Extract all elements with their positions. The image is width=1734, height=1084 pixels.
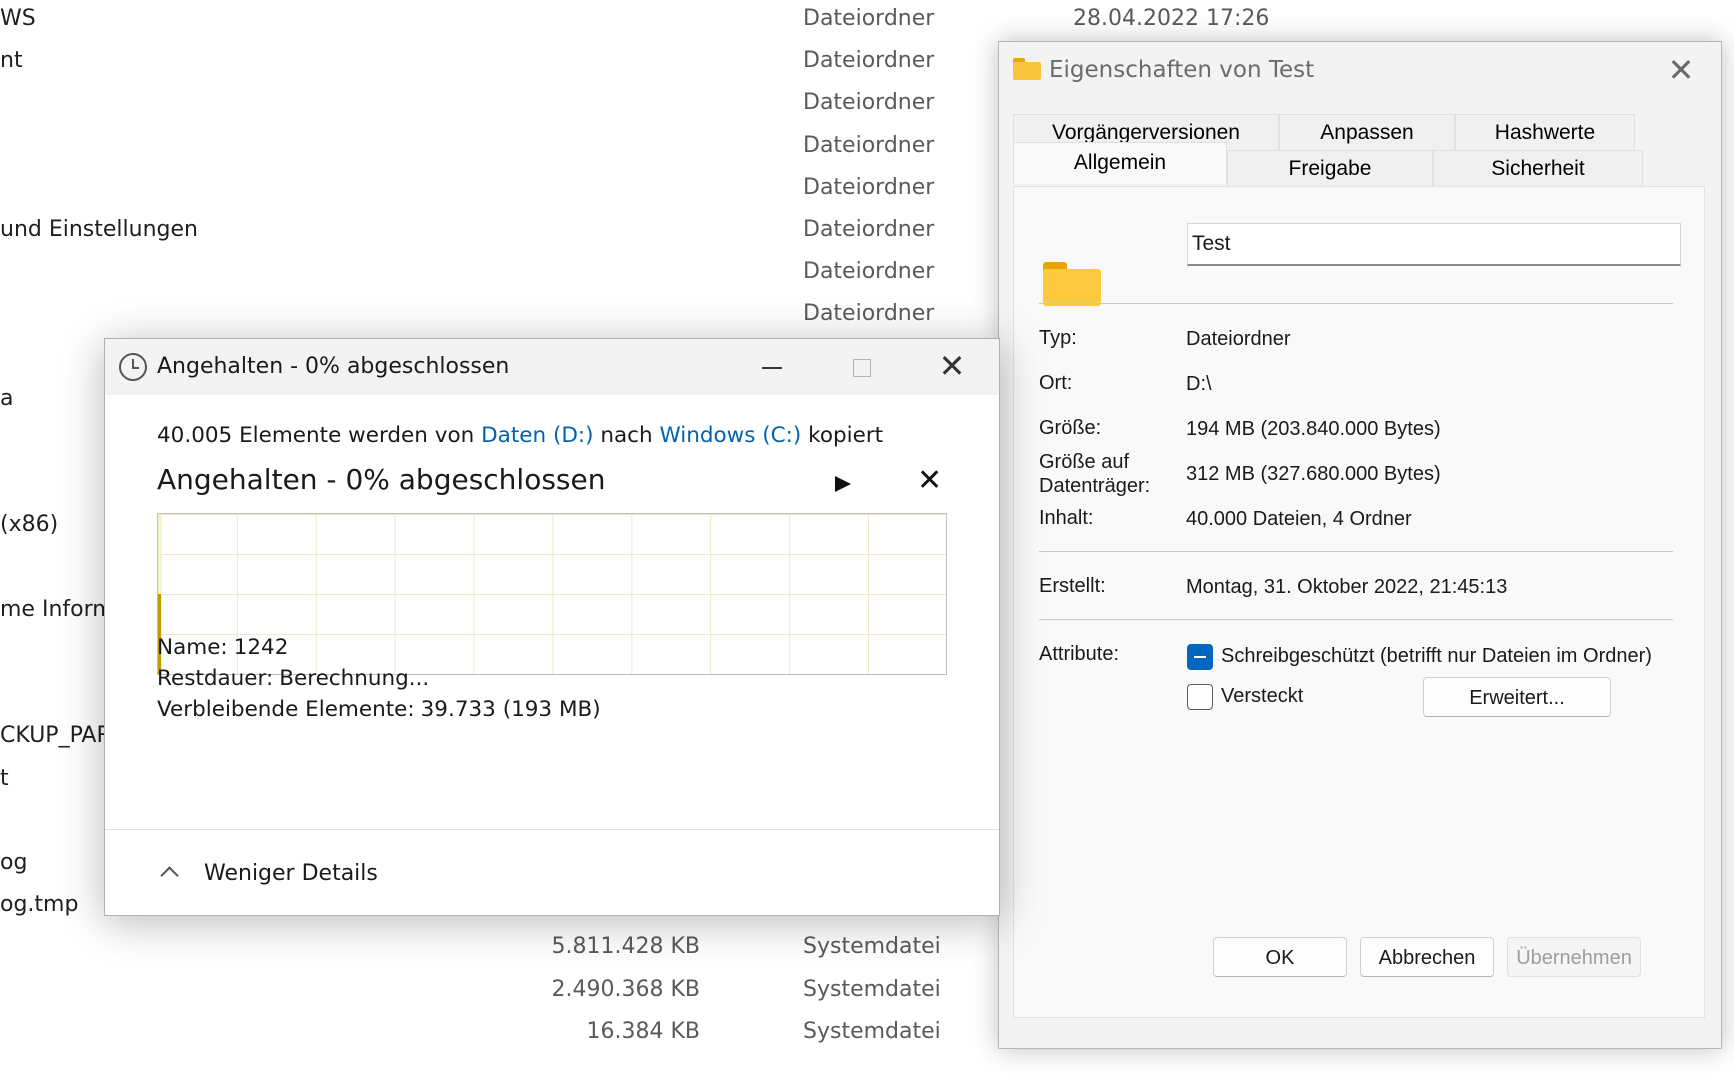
maximize-button[interactable] — [817, 339, 907, 395]
hidden-label[interactable]: Versteckt — [1221, 685, 1303, 708]
file-name: og — [0, 850, 28, 875]
properties-titlebar[interactable]: Eigenschaften von Test ✕ — [999, 42, 1721, 100]
type-value: Dateiordner — [1186, 328, 1291, 350]
properties-close-button[interactable]: ✕ — [1663, 52, 1699, 88]
close-button[interactable]: ✕ — [907, 339, 997, 395]
file-type: Systemdatei — [803, 934, 941, 960]
apply-button[interactable]: Übernehmen — [1507, 937, 1641, 977]
properties-title: Eigenschaften von Test — [1049, 57, 1315, 83]
copy-description-suffix: kopiert — [801, 423, 884, 448]
list-row[interactable]: WS Dateiordner 28.04.2022 17:26 — [0, 0, 1734, 40]
file-type: Dateiordner — [803, 90, 935, 116]
source-drive-link[interactable]: Daten (D:) — [481, 423, 593, 448]
copy-titlebar[interactable]: Angehalten - 0% abgeschlossen ✕ — [105, 339, 999, 395]
file-name: t — [0, 765, 9, 791]
general-tab-panel — [1013, 186, 1705, 1018]
disk-size-value: 312 MB (327.680.000 Bytes) — [1186, 463, 1441, 485]
separator — [1039, 303, 1673, 304]
separator — [1039, 619, 1673, 620]
copy-status: Angehalten - 0% abgeschlossen — [157, 463, 606, 496]
file-type: Dateiordner — [803, 301, 935, 327]
size-label: Größe: — [1039, 417, 1102, 439]
file-name: a — [0, 385, 14, 411]
separator — [1039, 551, 1673, 552]
type-label: Typ: — [1039, 327, 1077, 349]
tab-row-front: Allgemein Freigabe Sicherheit — [1013, 142, 1643, 186]
file-type: Systemdatei — [803, 976, 941, 1002]
close-icon: ✕ — [938, 347, 966, 385]
file-type: Dateiordner — [803, 48, 935, 74]
resume-button[interactable] — [827, 469, 857, 499]
file-type: Dateiordner — [803, 132, 935, 158]
copy-progress-dialog: Angehalten - 0% abgeschlossen ✕ 40.005 E… — [104, 338, 1000, 916]
created-label: Erstellt: — [1039, 575, 1106, 597]
readonly-checkbox[interactable] — [1187, 644, 1213, 670]
file-name: nt — [0, 48, 23, 74]
chevron-up-icon — [160, 866, 179, 885]
folder-name-input[interactable]: Test — [1187, 223, 1681, 266]
file-name: og.tmp — [0, 892, 79, 918]
detail-remaining-time-label: Restdauer: — [157, 666, 274, 691]
size-value: 194 MB (203.840.000 Bytes) — [1186, 418, 1441, 440]
disk-size-label-line1: Größe auf — [1039, 451, 1130, 473]
detail-remaining-items: Verbleibende Elemente: 39.733 (193 MB) — [157, 697, 601, 722]
file-size: 5.811.428 KB — [551, 934, 700, 960]
copy-title: Angehalten - 0% abgeschlossen — [157, 354, 510, 379]
cancel-button[interactable]: Abbrechen — [1360, 937, 1494, 977]
detail-name-value: 1242 — [233, 635, 289, 660]
tab-security[interactable]: Sicherheit — [1433, 150, 1643, 186]
cancel-copy-button[interactable]: ✕ — [917, 463, 942, 498]
attributes-label: Attribute: — [1039, 643, 1120, 665]
copy-description: 40.005 Elemente werden von Daten (D:) na… — [157, 423, 883, 448]
contents-value: 40.000 Dateien, 4 Ordner — [1186, 508, 1412, 530]
file-type: Dateiordner — [803, 174, 935, 200]
clock-icon — [119, 353, 147, 381]
contents-label: Inhalt: — [1039, 507, 1094, 529]
properties-dialog: Eigenschaften von Test ✕ Vorgängerversio… — [998, 41, 1722, 1049]
file-size: 16.384 KB — [586, 1018, 701, 1044]
readonly-label[interactable]: Schreibgeschützt (betrifft nur Dateien i… — [1221, 645, 1652, 668]
speed-bar — [158, 594, 161, 674]
copy-description-prefix: 40.005 Elemente werden von — [157, 423, 482, 448]
file-name: me Inform — [0, 596, 114, 622]
file-name: (x86) — [0, 512, 59, 538]
created-value: Montag, 31. Oktober 2022, 21:45:13 — [1186, 576, 1508, 598]
disk-size-label-line2: Datenträger: — [1039, 475, 1151, 497]
separator — [105, 829, 999, 830]
folder-icon — [1013, 58, 1041, 80]
less-details-label: Weniger Details — [204, 861, 378, 886]
file-name: und Einstellungen — [0, 217, 198, 242]
detail-name: Name: 1242 — [157, 635, 288, 660]
detail-name-label: Name: — [157, 635, 228, 660]
location-label: Ort: — [1039, 372, 1073, 394]
hidden-checkbox[interactable] — [1187, 684, 1213, 710]
file-type: Dateiordner — [803, 259, 935, 285]
minimize-button[interactable] — [727, 339, 817, 395]
file-type: Dateiordner — [803, 217, 935, 242]
tab-sharing[interactable]: Freigabe — [1227, 150, 1433, 186]
file-size: 2.490.368 KB — [551, 976, 700, 1002]
detail-remaining-items-value: 39.733 (193 MB) — [420, 697, 601, 722]
ok-button[interactable]: OK — [1213, 937, 1347, 977]
less-details-button[interactable]: Weniger Details — [155, 861, 378, 886]
file-name: WS — [0, 6, 36, 31]
copy-description-mid: nach — [593, 423, 660, 448]
tab-hashes[interactable]: Hashwerte — [1455, 114, 1635, 150]
file-type: Systemdatei — [803, 1018, 941, 1044]
detail-remaining-time: Restdauer: Berechnung... — [157, 666, 429, 691]
detail-remaining-time-value: Berechnung... — [279, 666, 430, 691]
minimize-icon — [762, 367, 782, 369]
destination-drive-link[interactable]: Windows (C:) — [659, 423, 801, 448]
tab-customize[interactable]: Anpassen — [1279, 114, 1455, 150]
file-type: Dateiordner — [803, 6, 935, 31]
advanced-button[interactable]: Erweitert... — [1423, 677, 1611, 717]
folder-large-icon — [1043, 262, 1101, 306]
detail-remaining-items-label: Verbleibende Elemente: — [157, 697, 415, 722]
location-value: D:\ — [1186, 373, 1212, 395]
tab-general[interactable]: Allgemein — [1013, 142, 1227, 184]
maximize-icon — [853, 359, 871, 377]
file-date: 28.04.2022 17:26 — [1073, 6, 1270, 31]
